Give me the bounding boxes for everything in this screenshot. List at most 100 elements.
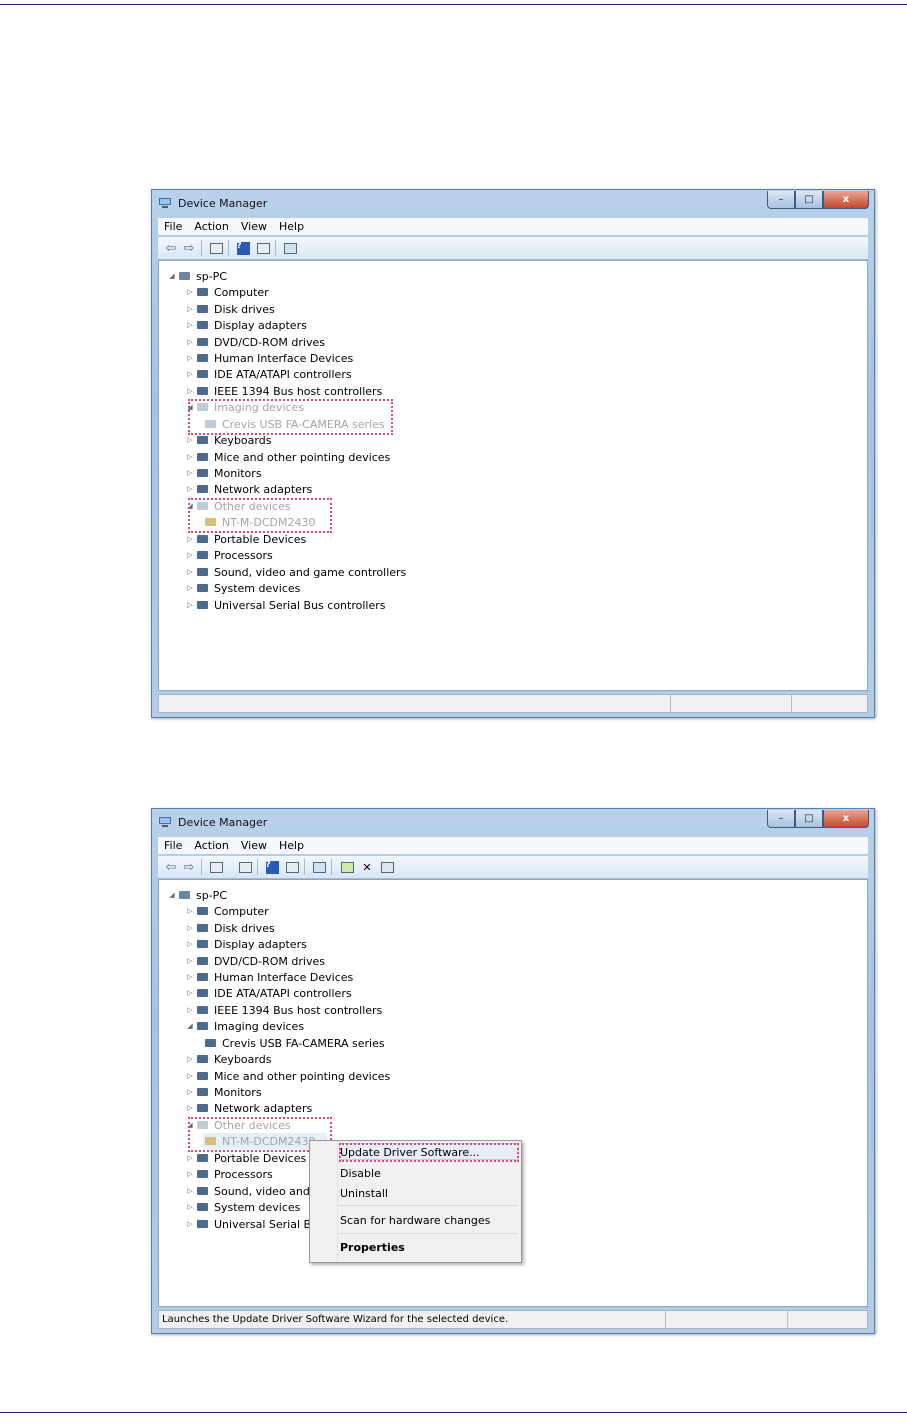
expand-arrow-icon[interactable]: ▷	[186, 387, 194, 395]
menu-file[interactable]: File	[158, 220, 188, 233]
expand-arrow-icon[interactable]: ▷	[186, 1220, 194, 1228]
collapse-arrow-icon[interactable]: ◢	[168, 891, 176, 899]
expand-arrow-icon[interactable]: ▷	[186, 957, 194, 965]
update-driver-icon[interactable]	[339, 860, 355, 874]
expand-arrow-icon[interactable]: ▷	[186, 1055, 194, 1063]
help-icon[interactable]: ?	[264, 860, 280, 874]
menu-item-uninstall[interactable]: Uninstall	[340, 1187, 388, 1200]
expand-arrow-icon[interactable]: ▷	[186, 1088, 194, 1096]
expand-arrow-icon[interactable]: ▷	[186, 1203, 194, 1211]
tree-item-dvd[interactable]: ▷ DVD/CD-ROM drives	[186, 334, 325, 350]
uninstall-icon[interactable]: ✕	[359, 860, 375, 874]
expand-arrow-icon[interactable]: ▷	[186, 338, 194, 346]
expand-arrow-icon[interactable]: ▷	[186, 436, 194, 444]
title-bar[interactable]: Device Manager – □ x	[152, 190, 874, 216]
tree-item-mice[interactable]: ▷ Mice and other pointing devices	[186, 1068, 390, 1084]
properties-icon[interactable]	[208, 241, 224, 255]
arrow-forward-icon[interactable]: ⇨	[181, 860, 197, 874]
expand-arrow-icon[interactable]: ▷	[186, 354, 194, 362]
expand-arrow-icon[interactable]: ▷	[186, 1006, 194, 1014]
tree-item-display-adapters[interactable]: ▷ Display adapters	[186, 317, 307, 333]
close-button[interactable]: x	[823, 810, 869, 828]
tree-item-ide[interactable]: ▷ IDE ATA/ATAPI controllers	[186, 366, 351, 382]
tree-item-computer[interactable]: ▷ Computer	[186, 903, 268, 919]
expand-arrow-icon[interactable]: ▷	[186, 1072, 194, 1080]
view-icon[interactable]	[284, 860, 300, 874]
menu-help[interactable]: Help	[273, 220, 310, 233]
expand-arrow-icon[interactable]: ▷	[186, 1104, 194, 1112]
expand-arrow-icon[interactable]: ▷	[186, 584, 194, 592]
expand-arrow-icon[interactable]: ▷	[186, 321, 194, 329]
tree-item-sound[interactable]: ▷ Sound, video and game controllers	[186, 564, 406, 580]
tree-item-ide[interactable]: ▷ IDE ATA/ATAPI controllers	[186, 985, 351, 1001]
menu-item-scan[interactable]: Scan for hardware changes	[340, 1214, 490, 1227]
tree-item-imaging[interactable]: ◢ Imaging devices	[186, 1018, 304, 1034]
expand-arrow-icon[interactable]: ▷	[186, 907, 194, 915]
menu-help[interactable]: Help	[273, 839, 310, 852]
expand-arrow-icon[interactable]: ▷	[186, 568, 194, 576]
maximize-button[interactable]: □	[795, 810, 823, 828]
menu-item-disable[interactable]: Disable	[340, 1167, 381, 1180]
tree-item-usb[interactable]: ▷ Universal Serial Bus	[186, 1216, 323, 1232]
expand-arrow-icon[interactable]: ▷	[186, 370, 194, 378]
tree-item-hid[interactable]: ▷ Human Interface Devices	[186, 969, 353, 985]
menu-action[interactable]: Action	[188, 220, 234, 233]
menu-file[interactable]: File	[158, 839, 188, 852]
menu-action[interactable]: Action	[188, 839, 234, 852]
expand-arrow-icon[interactable]: ▷	[186, 305, 194, 313]
expand-arrow-icon[interactable]: ▷	[186, 469, 194, 477]
arrow-back-icon[interactable]: ⇦	[163, 241, 179, 255]
tree-item-computer[interactable]: ▷ Computer	[186, 284, 268, 300]
disable-icon[interactable]	[379, 860, 395, 874]
menu-view[interactable]: View	[235, 220, 273, 233]
scan-icon[interactable]	[311, 860, 327, 874]
expand-arrow-icon[interactable]: ▷	[186, 924, 194, 932]
tree-item-monitors[interactable]: ▷ Monitors	[186, 465, 261, 481]
tree-item-ieee[interactable]: ▷ IEEE 1394 Bus host controllers	[186, 383, 382, 399]
minimize-button[interactable]: –	[767, 191, 795, 209]
tree-item-keyboards[interactable]: ▷ Keyboards	[186, 1051, 271, 1067]
expand-arrow-icon[interactable]: ▷	[186, 535, 194, 543]
minimize-button[interactable]: –	[767, 810, 795, 828]
tree-item-usb[interactable]: ▷ Universal Serial Bus controllers	[186, 597, 385, 613]
tree-item-portable[interactable]: ▷ Portable Devices	[186, 1150, 306, 1166]
expand-arrow-icon[interactable]: ▷	[186, 1187, 194, 1195]
collapse-arrow-icon[interactable]: ◢	[168, 272, 176, 280]
arrow-back-icon[interactable]: ⇦	[163, 860, 179, 874]
tree-item-display-adapters[interactable]: ▷ Display adapters	[186, 936, 307, 952]
tree-item-disk-drives[interactable]: ▷ Disk drives	[186, 301, 274, 317]
tree-item-processors[interactable]: ▷ Processors	[186, 547, 272, 563]
expand-arrow-icon[interactable]: ▷	[186, 453, 194, 461]
expand-arrow-icon[interactable]: ▷	[186, 940, 194, 948]
expand-arrow-icon[interactable]: ▷	[186, 601, 194, 609]
expand-arrow-icon[interactable]: ▷	[186, 989, 194, 997]
expand-arrow-icon[interactable]: ▷	[186, 1154, 194, 1162]
tree-item-network[interactable]: ▷ Network adapters	[186, 1100, 312, 1116]
expand-arrow-icon[interactable]: ▷	[186, 973, 194, 981]
view-icon[interactable]	[255, 241, 271, 255]
menu-item-properties[interactable]: Properties	[340, 1241, 405, 1254]
expand-arrow-icon[interactable]: ▷	[186, 1170, 194, 1178]
close-button[interactable]: x	[823, 191, 869, 209]
tree-item-dvd[interactable]: ▷ DVD/CD-ROM drives	[186, 953, 325, 969]
scan-icon[interactable]	[282, 241, 298, 255]
tree-item-keyboards[interactable]: ▷ Keyboards	[186, 432, 271, 448]
help-icon[interactable]: ?	[235, 241, 251, 255]
tree-item-camera[interactable]: Crevis USB FA-CAMERA series	[204, 1035, 385, 1051]
collapse-arrow-icon[interactable]: ◢	[186, 1022, 194, 1030]
tree-root[interactable]: ◢ sp-PC	[168, 268, 227, 284]
tree-item-system[interactable]: ▷ System devices	[186, 580, 300, 596]
properties-icon[interactable]	[208, 860, 224, 874]
tree-root[interactable]: ◢ sp-PC	[168, 887, 227, 903]
tree-item-monitors[interactable]: ▷ Monitors	[186, 1084, 261, 1100]
tree-item-system[interactable]: ▷ System devices	[186, 1199, 300, 1215]
expand-arrow-icon[interactable]: ▷	[186, 551, 194, 559]
title-bar[interactable]: Device Manager – □ x	[152, 809, 874, 835]
tree-item-processors[interactable]: ▷ Processors	[186, 1166, 272, 1182]
arrow-forward-icon[interactable]: ⇨	[181, 241, 197, 255]
expand-arrow-icon[interactable]: ▷	[186, 485, 194, 493]
tree-item-network[interactable]: ▷ Network adapters	[186, 481, 312, 497]
tree-item-ieee[interactable]: ▷ IEEE 1394 Bus host controllers	[186, 1002, 382, 1018]
expand-arrow-icon[interactable]: ▷	[186, 288, 194, 296]
menu-view[interactable]: View	[235, 839, 273, 852]
